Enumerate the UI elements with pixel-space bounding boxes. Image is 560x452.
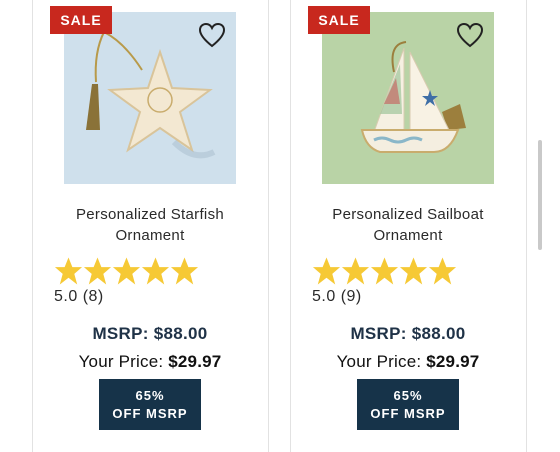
star-icon [170,257,199,285]
heart-outline-icon[interactable] [456,22,484,48]
your-price-value: $29.97 [168,352,222,371]
rating-text[interactable]: 5.0 (8) [54,288,104,306]
discount-badge: 65% OFF MSRP [99,379,201,430]
card-divider [268,0,269,452]
star-icon [112,257,141,285]
star-icon [312,257,341,285]
scrollbar-thumb[interactable] [538,140,542,250]
discount-percent: 65% [393,388,423,403]
star-icon [428,257,457,285]
discount-label: OFF MSRP [370,406,446,421]
star-icon [399,257,428,285]
product-title-line[interactable]: Personalized Starfish [32,204,268,225]
product-title[interactable]: Personalized Sailboat Ornament [290,204,526,246]
card-divider [526,0,527,452]
star-icon [341,257,370,285]
msrp-price: MSRP: $88.00 [350,324,466,343]
star-rating [54,256,199,288]
product-grid: SALE Personalized Starfish Ornament 5.0 … [0,0,560,452]
msrp-price: MSRP: $88.00 [92,324,208,343]
your-price-label: Your Price: [336,352,422,371]
your-price: Your Price: $29.97 [32,352,268,372]
sale-badge: SALE [308,6,370,34]
your-price-label: Your Price: [78,352,164,371]
rating-value: 5.0 [312,288,336,305]
rating-text[interactable]: 5.0 (9) [312,288,362,306]
product-title-line[interactable]: Ornament [32,225,268,246]
star-rating [312,256,457,288]
star-icon [141,257,170,285]
discount-badge: 65% OFF MSRP [357,379,459,430]
product-card-starfish[interactable]: SALE Personalized Starfish Ornament 5.0 … [32,0,267,452]
heart-outline-icon[interactable] [198,22,226,48]
star-icon [370,257,399,285]
discount-label: OFF MSRP [112,406,188,421]
product-title[interactable]: Personalized Starfish Ornament [32,204,268,246]
star-icon [83,257,112,285]
rating-value: 5.0 [54,288,78,305]
product-title-line[interactable]: Personalized Sailboat [290,204,526,225]
review-count[interactable]: (8) [83,288,104,305]
product-title-line[interactable]: Ornament [290,225,526,246]
star-icon [54,257,83,285]
review-count[interactable]: (9) [341,288,362,305]
discount-percent: 65% [135,388,165,403]
your-price-value: $29.97 [426,352,480,371]
sale-badge: SALE [50,6,112,34]
product-card-sailboat[interactable]: SALE Personalized Sailboat Ornament 5.0 … [290,0,525,452]
your-price: Your Price: $29.97 [290,352,526,372]
